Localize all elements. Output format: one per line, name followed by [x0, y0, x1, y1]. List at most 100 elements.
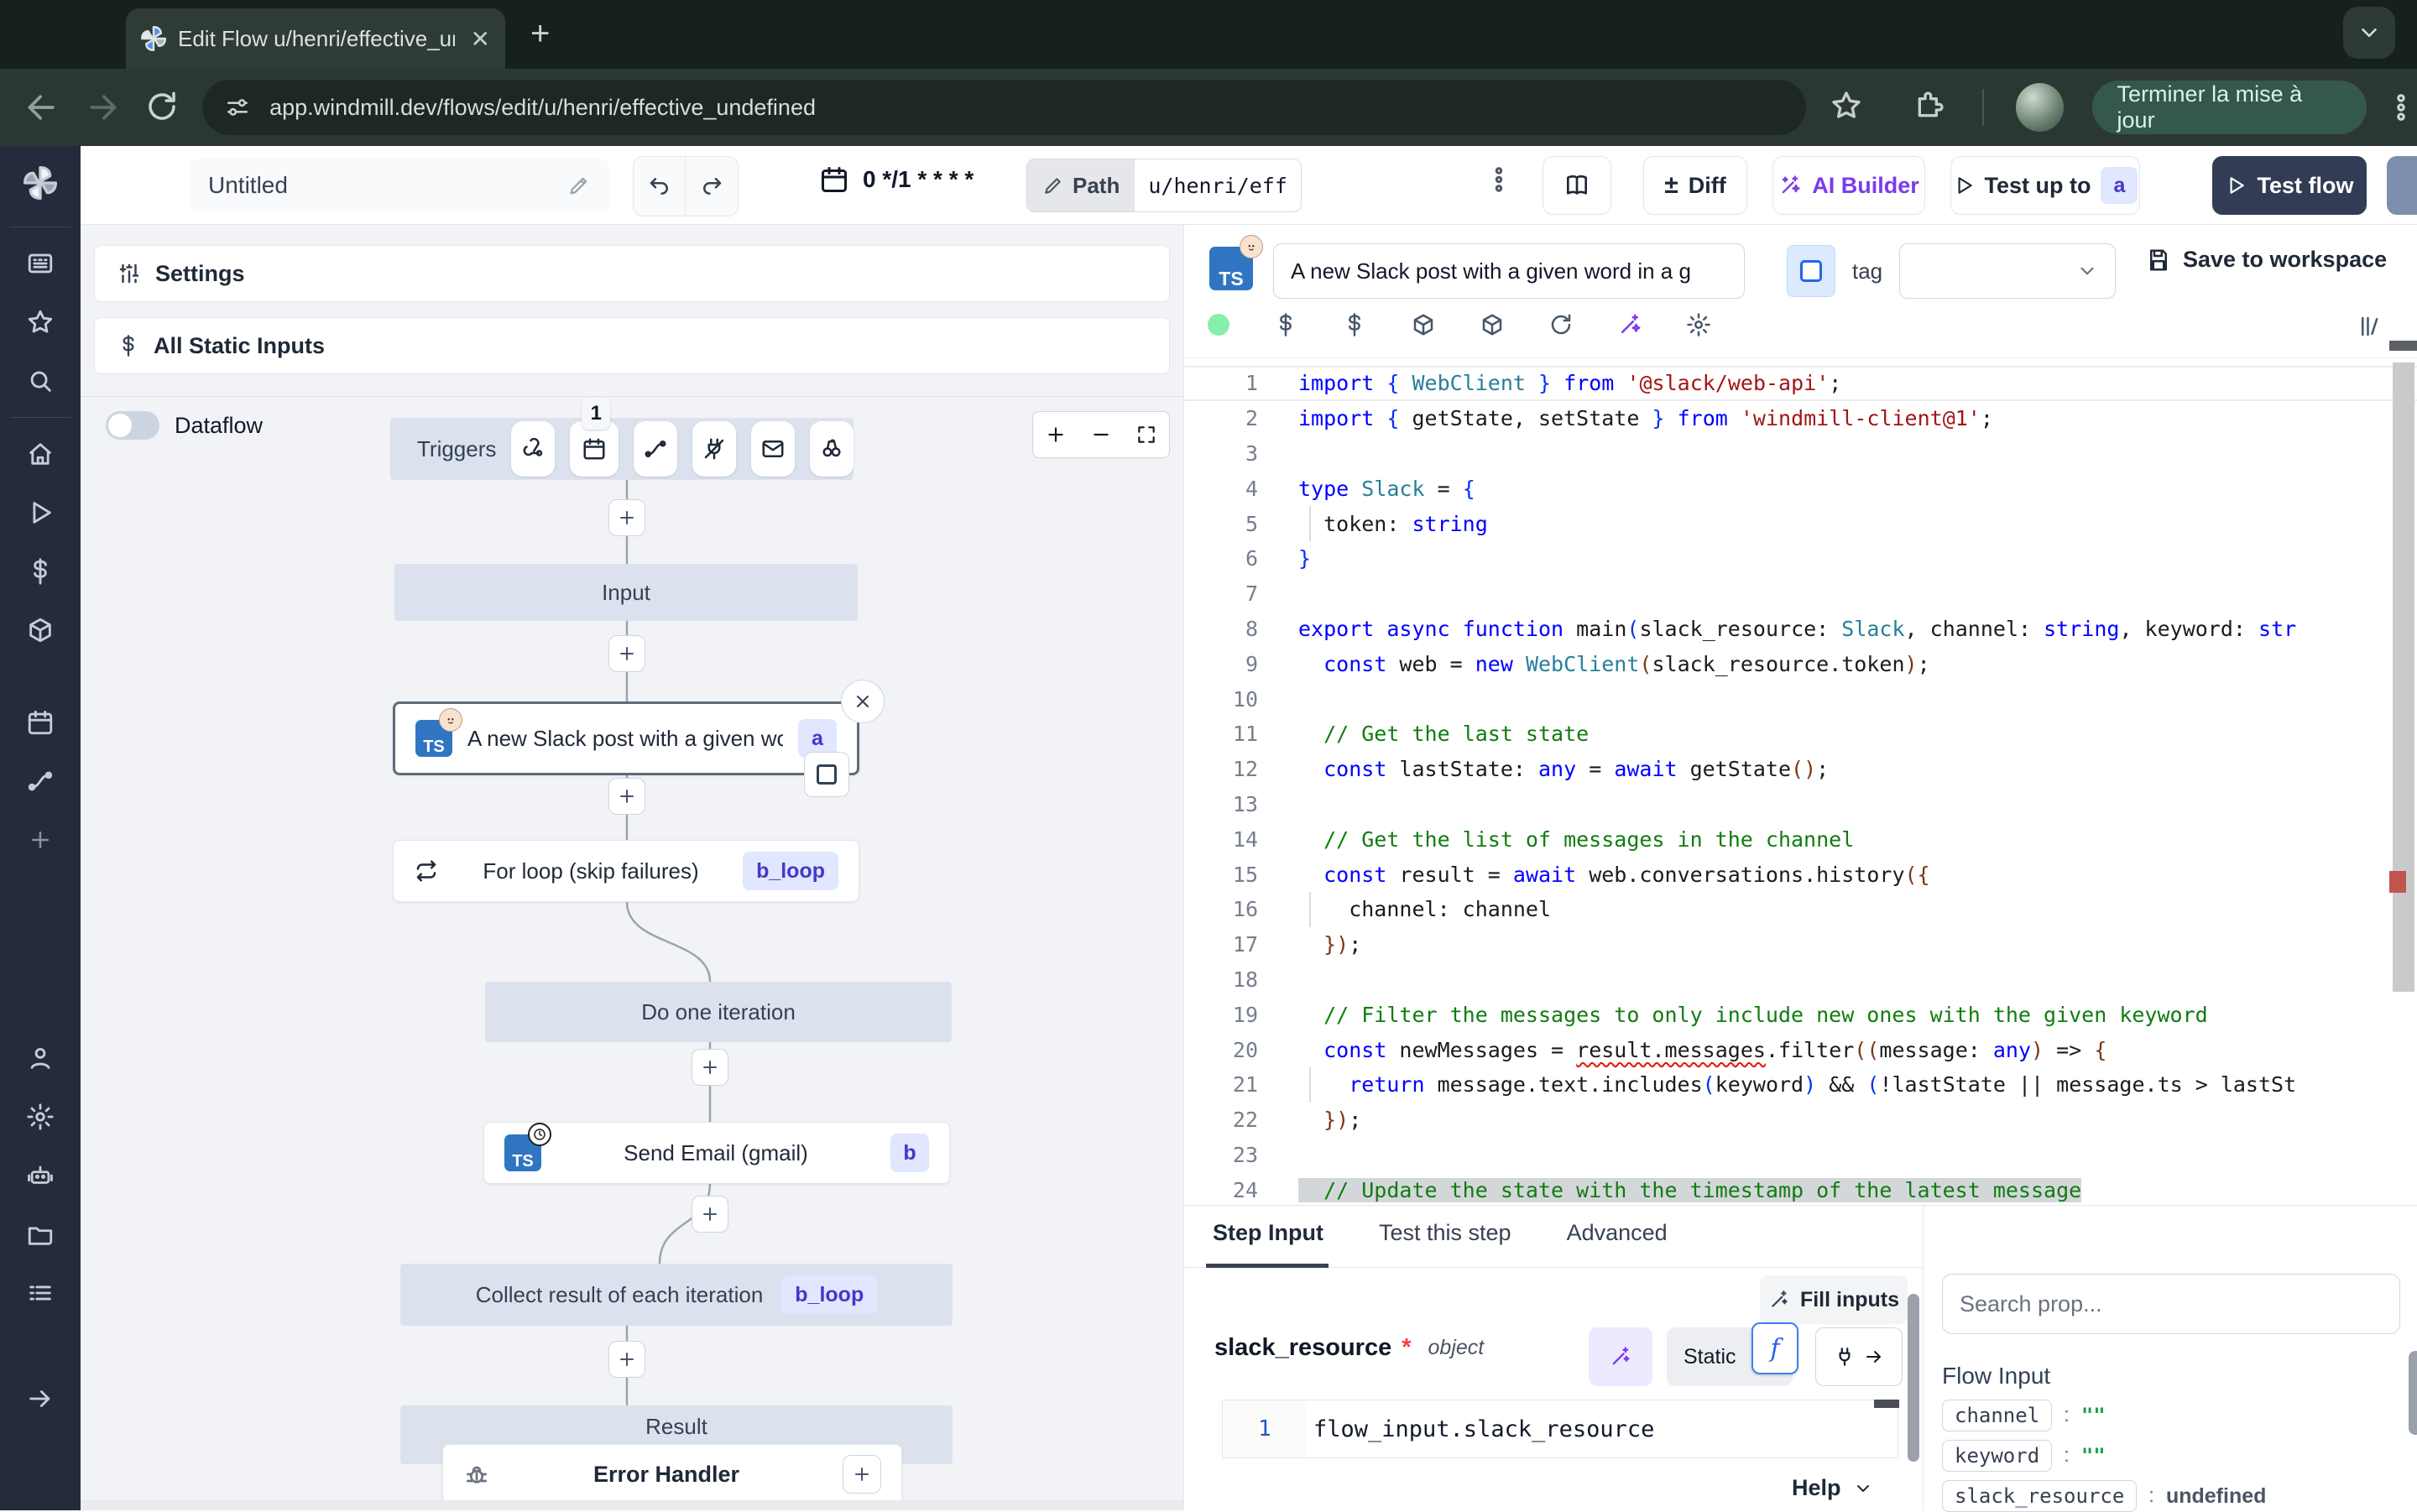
redo-button[interactable]	[686, 157, 738, 216]
avatar[interactable]	[2016, 83, 2064, 132]
update-chrome-button[interactable]: Terminer la mise à jour	[2092, 81, 2367, 134]
prop-ai-wand-button[interactable]	[1589, 1327, 1652, 1386]
code-line[interactable]: 8export async function main(slack_resour…	[1184, 612, 2417, 647]
step-summary-input[interactable]: A new Slack post with a given word in a …	[1273, 243, 1745, 299]
email-trigger-icon[interactable]	[751, 421, 795, 477]
forloop-node[interactable]: For loop (skip failures) b_loop	[393, 840, 859, 902]
sidebar-item-logs[interactable]	[0, 1264, 81, 1322]
more-options-kebab-icon[interactable]	[1484, 164, 1514, 195]
sidebar-item-runs[interactable]	[0, 483, 81, 542]
schedule-cron[interactable]: 0 */1 * * * *	[819, 164, 974, 195]
code-line[interactable]: 24 // Update the state with the timestam…	[1184, 1172, 2417, 1205]
site-settings-icon[interactable]	[224, 94, 251, 121]
ai-builder-button[interactable]: AI Builder	[1772, 156, 1925, 215]
code-line[interactable]: 13	[1184, 787, 2417, 822]
edit-title-pencil-icon[interactable]	[567, 174, 591, 197]
add-step-button[interactable]	[608, 778, 645, 815]
code-line[interactable]: 10	[1184, 681, 2417, 717]
new-tab-button[interactable]: +	[530, 15, 550, 53]
cache-checkbox[interactable]	[1787, 245, 1835, 297]
javascript-expression-toggle[interactable]: f	[1751, 1322, 1798, 1374]
code-line[interactable]: 9 const web = new WebClient(slack_resour…	[1184, 646, 2417, 681]
sidebar-item-apps[interactable]	[0, 234, 81, 293]
early-stop-square-icon[interactable]	[804, 752, 849, 797]
step-a-node[interactable]: TS A new Slack post with a given wor... …	[393, 701, 859, 775]
code-line[interactable]: 11 // Get the last state	[1184, 717, 2417, 752]
tab-close-icon[interactable]: ✕	[471, 25, 490, 53]
prop-row-slack-resource[interactable]: slack_resource: undefined	[1942, 1480, 2266, 1512]
sidebar-item-favorites[interactable]	[0, 293, 81, 352]
code-line[interactable]: 2import { getState, setState } from 'win…	[1184, 401, 2417, 436]
step-panel-scrollbar[interactable]	[1908, 1294, 1919, 1462]
code-line[interactable]: 18	[1184, 962, 2417, 998]
sidebar-item-variables[interactable]	[0, 542, 81, 601]
collect-result-node[interactable]: Collect result of each iteration b_loop	[400, 1264, 953, 1326]
code-line[interactable]: 22 });	[1184, 1103, 2417, 1138]
input-node[interactable]: Input	[394, 564, 858, 621]
sidebar-item-home[interactable]	[0, 425, 81, 483]
code-line[interactable]: 5 token: string	[1184, 506, 2417, 541]
windmill-logo[interactable]	[0, 146, 81, 220]
sidebar-item-add[interactable]	[0, 811, 81, 869]
path-chip[interactable]: Path u/henri/eff	[1026, 159, 1302, 212]
package-icon[interactable]	[1411, 312, 1436, 337]
code-line[interactable]: 19 // Filter the messages to only includ…	[1184, 997, 2417, 1032]
add-step-button[interactable]	[692, 1196, 728, 1233]
flow-title-field[interactable]: Untitled	[190, 159, 609, 212]
expression-scrollbar[interactable]	[1874, 1400, 1899, 1408]
tab-search-chevron-icon[interactable]	[2343, 7, 2395, 59]
do-one-iteration-node[interactable]: Do one iteration	[485, 982, 952, 1042]
code-line[interactable]: 1import { WebClient } from '@slack/web-a…	[1184, 366, 2417, 401]
add-variable-icon[interactable]	[1273, 312, 1298, 337]
code-line[interactable]: 16 channel: channel	[1184, 892, 2417, 927]
tab-test-this-step[interactable]: Test this step	[1379, 1220, 1511, 1246]
help-button[interactable]: Help	[1792, 1475, 1873, 1501]
code-line[interactable]: 3	[1184, 436, 2417, 472]
extensions-icon[interactable]	[1913, 89, 1949, 126]
bookmark-star-icon[interactable]	[1830, 89, 1866, 126]
fill-inputs-button[interactable]: Fill inputs	[1760, 1275, 1908, 1324]
search-prop-input[interactable]: Search prop...	[1942, 1274, 2400, 1334]
expression-editor[interactable]: 1 flow_input.slack_resource	[1222, 1400, 1898, 1458]
tab-step-input[interactable]: Step Input	[1213, 1220, 1323, 1246]
send-email-node[interactable]: TS Send Email (gmail) b	[483, 1122, 950, 1184]
sidebar-item-folders[interactable]	[0, 1205, 81, 1264]
docs-book-button[interactable]	[1543, 156, 1611, 215]
forward-icon[interactable]	[84, 89, 121, 126]
code-line[interactable]: 6}	[1184, 541, 2417, 576]
code-editor[interactable]: 1import { WebClient } from '@slack/web-a…	[1184, 366, 2417, 1205]
package-icon[interactable]	[1480, 312, 1505, 337]
sidebar-item-workers[interactable]	[0, 1146, 81, 1205]
webhook-trigger-icon[interactable]	[511, 421, 555, 477]
add-step-button[interactable]	[692, 1049, 728, 1086]
draft-button[interactable]: Draft	[2387, 156, 2417, 215]
add-error-handler-button[interactable]	[843, 1455, 881, 1494]
sidebar-item-users[interactable]	[0, 1029, 81, 1087]
add-step-button[interactable]	[608, 499, 645, 536]
code-line[interactable]: 20 const newMessages = result.messages.f…	[1184, 1032, 2417, 1067]
add-resource-icon[interactable]	[1342, 312, 1367, 337]
http-route-trigger-icon[interactable]	[634, 421, 677, 477]
code-line[interactable]: 4type Slack = {	[1184, 471, 2417, 506]
props-panel-scrollbar[interactable]	[2409, 1351, 2417, 1435]
code-line[interactable]: 17 });	[1184, 927, 2417, 962]
remove-step-button[interactable]	[841, 680, 885, 723]
save-to-workspace-button[interactable]: Save to workspace	[2146, 247, 2387, 273]
code-line[interactable]: 7	[1184, 576, 2417, 612]
browser-tab[interactable]: Edit Flow u/henri/effective_un ✕	[126, 8, 505, 69]
add-step-button[interactable]	[608, 1341, 645, 1378]
reload-script-icon[interactable]	[1548, 312, 1574, 337]
sidebar-item-search[interactable]	[0, 352, 81, 410]
connect-input-button[interactable]	[1815, 1327, 1903, 1386]
websocket-trigger-icon[interactable]	[692, 421, 736, 477]
ai-wand-icon[interactable]	[1617, 312, 1642, 337]
triggers-bar[interactable]: Triggers 1	[390, 418, 854, 480]
sidebar-item-resources[interactable]	[0, 601, 81, 660]
sidebar-item-flows[interactable]	[0, 752, 81, 811]
prop-row-keyword[interactable]: keyword: ""	[1942, 1440, 2106, 1472]
scheduled-poll-trigger-icon[interactable]	[810, 421, 854, 477]
code-line[interactable]: 23	[1184, 1138, 2417, 1173]
script-settings-gear-icon[interactable]	[1686, 312, 1711, 337]
error-handler-node[interactable]: Error Handler	[442, 1444, 902, 1504]
reload-icon[interactable]	[144, 89, 180, 126]
